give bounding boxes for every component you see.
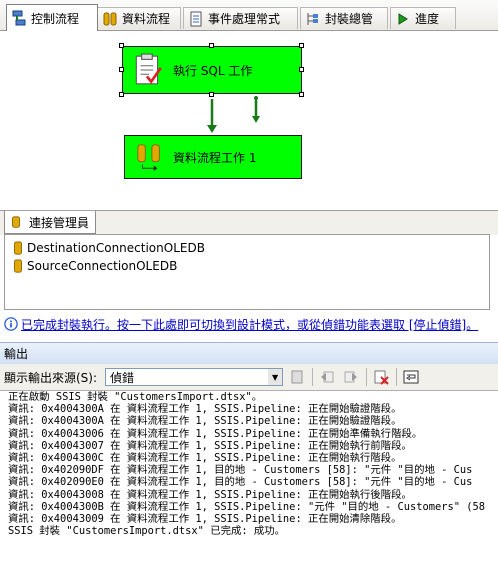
selection-handle[interactable]	[299, 92, 304, 97]
toolbar-separator	[366, 368, 368, 386]
tab-connection-manager[interactable]: 連接管理員	[4, 211, 96, 234]
connection-manager-list: DestinationConnectionOLEDB SourceConnect…	[4, 234, 490, 310]
tab-label: 進度	[415, 12, 440, 26]
output-line: 資訊: 0x40043009 在 資料流程工作 1, SSIS.Pipeline…	[8, 513, 402, 526]
output-source-label: 顯示輸出來源(S):	[4, 370, 98, 385]
tab-label: 連接管理員	[29, 215, 90, 230]
package-explorer-icon	[307, 12, 318, 25]
database-icon	[14, 241, 22, 255]
output-toolbar: 顯示輸出來源(S): 偵錯 ▼	[0, 364, 498, 391]
clear-all-icon	[374, 370, 389, 385]
selection-handle[interactable]	[119, 92, 124, 97]
tab-event-handlers[interactable]: 事件處理常式	[183, 7, 298, 29]
tab-label: 事件處理常式	[208, 12, 281, 26]
tab-package-explorer[interactable]: 封裝總管	[300, 7, 388, 29]
output-line: 資訊: 0x4004300B 在 資料流程工作 1, SSIS.Pipeline…	[8, 500, 486, 513]
control-flow-icon	[12, 10, 26, 26]
output-line: 資訊: 0x40043007 在 資料流程工作 1, SSIS.Pipeline…	[8, 439, 412, 452]
go-to-previous-icon	[321, 371, 334, 383]
progress-icon	[398, 12, 408, 25]
tab-data-flow[interactable]: 資料流程	[97, 7, 181, 29]
designer-tab-strip: 控制流程 資料流程 事件處理常式 封裝總管 進度	[0, 0, 498, 31]
chevron-down-icon[interactable]: ▼	[268, 369, 283, 385]
output-line: 資訊: 0x4004300A 在 資料流程工作 1, SSIS.Pipeline…	[8, 403, 402, 416]
task-label: 資料流程工作 1	[173, 150, 257, 165]
execution-status-bar[interactable]: 已完成封裝執行。按一下此處即可切換到設計模式，或從偵錯功能表選取 [停止偵錯]。	[4, 313, 494, 335]
output-line: 資訊: 0x4004300C 在 資料流程工作 1, SSIS.Pipeline…	[8, 452, 402, 465]
task-label: 執行 SQL 工作	[173, 63, 253, 78]
control-flow-design-surface[interactable]: 執行 SQL 工作 資料流程工作 1	[0, 31, 498, 209]
find-message-icon	[291, 370, 303, 384]
output-source-select[interactable]: 偵錯 ▼	[105, 368, 284, 386]
tab-label: 控制流程	[31, 11, 80, 26]
tab-progress[interactable]: 進度	[390, 7, 456, 29]
tab-label: 資料流程	[122, 12, 171, 26]
execute-sql-task[interactable]: 執行 SQL 工作	[122, 46, 302, 94]
connection-item[interactable]: SourceConnectionOLEDB	[11, 259, 177, 273]
selection-handle[interactable]	[299, 43, 304, 48]
find-message-button[interactable]	[287, 367, 307, 387]
tab-label: 封裝總管	[325, 12, 374, 26]
execute-sql-task-icon	[135, 53, 162, 85]
output-line: SSIS 封裝 "CustomersImport.dtsx" 已完成: 成功。	[8, 525, 286, 538]
next-message-button[interactable]	[341, 367, 361, 387]
output-line: 資訊: 0x40043008 在 資料流程工作 1, SSIS.Pipeline…	[8, 488, 412, 501]
data-flow-task[interactable]: 資料流程工作 1	[124, 135, 302, 179]
connection-manager-icon	[12, 216, 20, 228]
word-wrap-icon	[403, 370, 419, 384]
data-flow-icon	[103, 12, 117, 25]
connection-manager-tab-bar: 連接管理員	[0, 210, 498, 235]
toolbar-separator	[396, 368, 398, 386]
event-handlers-icon	[190, 11, 202, 26]
connection-item[interactable]: DestinationConnectionOLEDB	[11, 241, 205, 255]
toolbar-separator	[312, 368, 314, 386]
selection-handle[interactable]	[119, 43, 124, 48]
tab-control-flow[interactable]: 控制流程	[6, 4, 98, 31]
database-icon	[14, 259, 22, 273]
selection-handle[interactable]	[299, 67, 304, 72]
output-line: 資訊: 0x40043006 在 資料流程工作 1, SSIS.Pipeline…	[8, 427, 423, 440]
previous-message-button[interactable]	[317, 367, 337, 387]
output-pane-title: 輸出	[0, 342, 498, 364]
precedence-constraint-arrows[interactable]	[200, 95, 270, 135]
output-line: 資訊: 0x4004300A 在 資料流程工作 1, SSIS.Pipeline…	[8, 415, 402, 428]
toggle-word-wrap-button[interactable]	[401, 367, 421, 387]
connection-label: SourceConnectionOLEDB	[27, 259, 178, 273]
connection-label: DestinationConnectionOLEDB	[27, 241, 205, 255]
selection-handle[interactable]	[209, 43, 214, 48]
output-line: 資訊: 0x402090DF 在 資料流程工作 1, 目的地 - Custome…	[8, 464, 473, 477]
output-line: 資訊: 0x402090E0 在 資料流程工作 1, 目的地 - Custome…	[8, 476, 473, 489]
output-line: 正在啟動 SSIS 封裝 "CustomersImport.dtsx"。	[8, 391, 263, 403]
status-link[interactable]: 已完成封裝執行。按一下此處即可切換到設計模式，或從偵錯功能表選取 [停止偵錯]。	[21, 316, 478, 333]
selection-handle[interactable]	[119, 67, 124, 72]
go-to-next-icon	[344, 371, 358, 383]
info-icon	[4, 317, 18, 331]
data-flow-task-icon	[137, 144, 160, 172]
output-text-area[interactable]: 正在啟動 SSIS 封裝 "CustomersImport.dtsx"。 資訊:…	[0, 391, 498, 575]
clear-all-button[interactable]	[371, 367, 391, 387]
output-source-value: 偵錯	[110, 370, 135, 385]
